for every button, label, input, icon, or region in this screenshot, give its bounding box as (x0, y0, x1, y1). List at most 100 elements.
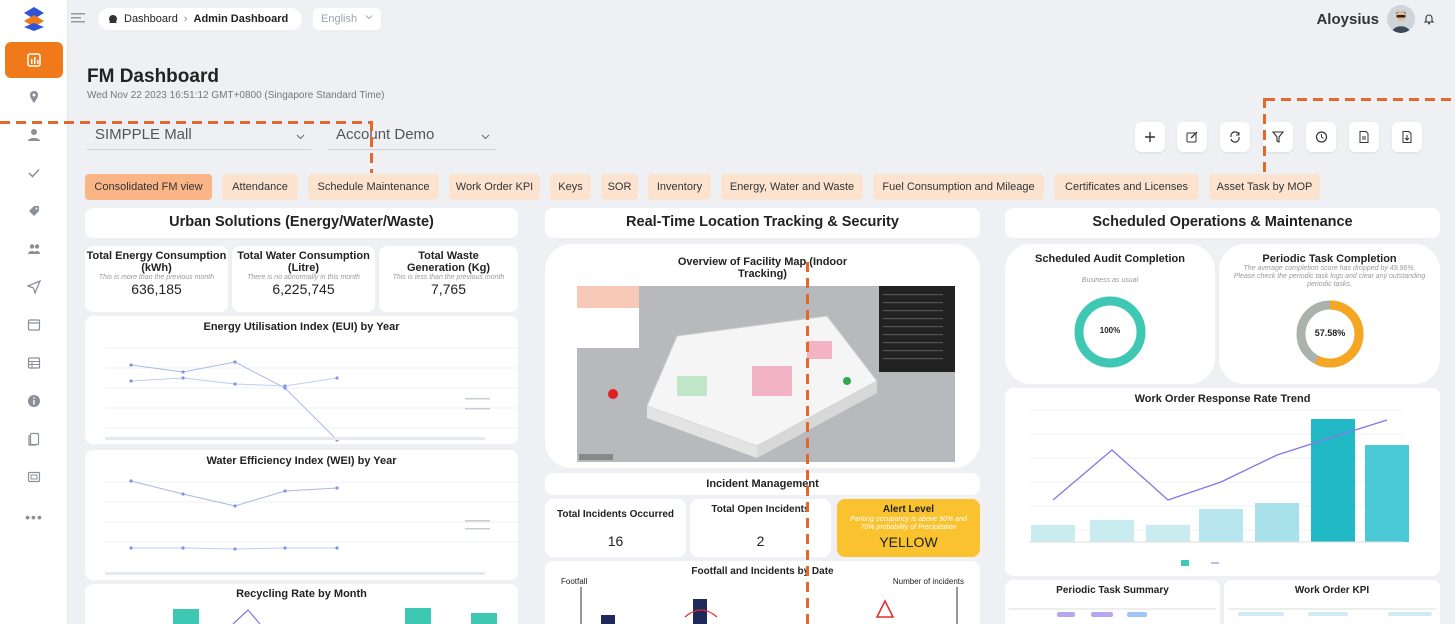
history-icon (1315, 131, 1328, 143)
wo-trend-chart (1029, 409, 1409, 566)
recycling-chart (173, 608, 497, 624)
info-icon (28, 395, 40, 407)
footfall-chart (580, 587, 958, 624)
annotation-dash-left (0, 121, 372, 124)
eui-chart-panel: Energy Utilisation Index (EUI) by Year (85, 316, 518, 444)
tab-sor[interactable]: SOR (601, 174, 638, 200)
breadcrumb-current: Admin Dashboard (193, 13, 289, 25)
water-card: Total Water Consumption (Litre) There is… (232, 246, 375, 312)
tab-keys[interactable]: Keys (550, 174, 591, 200)
urban-section-header: Urban Solutions (Energy/Water/Waste) (85, 208, 518, 238)
site-select[interactable]: SIMPPLE Mall (87, 122, 311, 150)
page-title: FM Dashboard (87, 66, 219, 87)
periodic-summary-title: Periodic Task Summary (1056, 585, 1169, 596)
tab-energy-water-waste[interactable]: Energy, Water and Waste (721, 174, 863, 200)
plus-icon (1145, 132, 1155, 142)
ops-section-header: Scheduled Operations & Maintenance (1005, 208, 1440, 238)
breadcrumb: Dashboard › Admin Dashboard (98, 8, 303, 30)
energy-card: Total Energy Consumption (kWh) This is m… (85, 246, 228, 312)
waste-card-value: 7,765 (430, 281, 467, 297)
window-icon (27, 319, 41, 331)
user-name: Aloysius (1316, 10, 1379, 28)
edit-button[interactable] (1177, 122, 1207, 152)
total-incidents-card: Total Incidents Occurred 16 (545, 499, 686, 557)
top-bar: Dashboard › Admin Dashboard English Aloy… (68, 0, 1455, 38)
tab-fuel-consumption-mileage[interactable]: Fuel Consumption and Mileage (873, 174, 1044, 200)
sidebar-item-tags[interactable] (5, 194, 63, 228)
sidebar-item-info[interactable] (5, 384, 63, 418)
energy-card-title: Total Energy Consumption (kWh) (86, 250, 227, 274)
sidebar-item-window[interactable] (5, 308, 63, 342)
tab-work-order-kpi[interactable]: Work Order KPI (449, 174, 540, 200)
wei-chart-panel: Water Efficiency Index (WEI) by Year (85, 450, 518, 580)
tab-certificates-licenses[interactable]: Certificates and Licenses (1054, 174, 1199, 200)
alert-level-note: Parking occupancy is above 90% and 70% p… (850, 516, 967, 531)
periodic-completion-title: Periodic Task Completion (1262, 253, 1397, 265)
app-logo[interactable] (22, 6, 46, 32)
annotation-dash-left-vertical (370, 121, 373, 173)
open-incidents-card: Total Open Incidents 2 (690, 499, 831, 557)
audit-completion-card: Scheduled Audit Completion Business as u… (1005, 244, 1215, 384)
history-button[interactable] (1306, 122, 1336, 152)
sidebar-item-cards[interactable] (5, 460, 63, 494)
sidebar-item-dashboard[interactable] (5, 42, 63, 78)
location-pin-icon (30, 91, 38, 103)
language-select[interactable]: English (313, 8, 381, 30)
tab-attendance[interactable]: Attendance (222, 174, 298, 200)
incident-header: Incident Management (545, 473, 980, 495)
alert-level-label: Alert Level (882, 504, 935, 515)
sidebar-item-table[interactable] (5, 346, 63, 380)
avatar[interactable] (1387, 5, 1415, 33)
footfall-chart-panel: Footfall and Incidents by Date Footfall … (545, 561, 980, 624)
chevron-down-icon (296, 134, 305, 140)
ops-section-title: Scheduled Operations & Maintenance (1092, 214, 1353, 230)
edit-icon (1186, 131, 1198, 143)
menu-toggle-icon[interactable] (71, 12, 85, 24)
tab-schedule-maintenance[interactable]: Schedule Maintenance (308, 174, 439, 200)
chevron-down-icon (365, 15, 373, 20)
sidebar-item-tasks[interactable] (5, 156, 63, 190)
facility-map[interactable] (577, 286, 957, 462)
refresh-icon (1230, 131, 1240, 143)
facility-map-title: Overview of Facility Map (Indoor Trackin… (677, 256, 848, 280)
add-button[interactable] (1135, 122, 1165, 152)
check-icon (28, 168, 40, 178)
account-select[interactable]: Account Demo (328, 122, 496, 150)
chart-icon (27, 53, 41, 67)
user-icon (28, 129, 40, 141)
breadcrumb-root[interactable]: Dashboard (124, 13, 178, 25)
sidebar-item-documents[interactable] (5, 422, 63, 456)
annotation-dash-right (1265, 98, 1455, 101)
filter-icon (1271, 131, 1285, 143)
more-icon[interactable]: ••• (5, 500, 63, 534)
chevron-down-icon (481, 134, 490, 140)
refresh-button[interactable] (1220, 122, 1250, 152)
send-icon (27, 280, 41, 294)
documents-icon (28, 432, 40, 446)
tab-asset-task-by-mop[interactable]: Asset Task by MOP (1209, 174, 1320, 200)
rtls-section-title: Real-Time Location Tracking & Security (626, 214, 899, 230)
user-menu[interactable]: Aloysius (1316, 5, 1435, 33)
recycling-chart-panel: Recycling Rate by Month (85, 584, 518, 624)
sidebar-item-location[interactable] (5, 80, 63, 114)
sidebar-item-send[interactable] (5, 270, 63, 304)
filter-button[interactable] (1263, 122, 1293, 152)
tab-consolidated-fm-view[interactable]: Consolidated FM view (85, 174, 212, 200)
alert-level-value: YELLOW (879, 534, 938, 550)
periodic-completion-note: The average completion score has dropped… (1233, 265, 1426, 288)
sidebar-item-team[interactable] (5, 232, 63, 266)
document-icon (1359, 131, 1369, 143)
tab-inventory[interactable]: Inventory (648, 174, 711, 200)
team-icon (28, 244, 40, 254)
incidents-axis-label: Number of incidents (892, 577, 964, 586)
audit-completion-note: Business as usual (1081, 277, 1139, 284)
wei-chart (105, 479, 518, 575)
export-button[interactable] (1392, 122, 1422, 152)
alert-level-card: Alert Level Parking occupancy is above 9… (837, 499, 980, 557)
footfall-chart-title: Footfall and Incidents by Date (691, 566, 834, 577)
account-select-value: Account Demo (336, 126, 435, 143)
bell-icon[interactable] (1423, 13, 1435, 25)
document-button[interactable] (1349, 122, 1379, 152)
urban-section-title: Urban Solutions (Energy/Water/Waste) (169, 214, 434, 230)
waste-card-note: This is less than the previous month (392, 274, 505, 281)
